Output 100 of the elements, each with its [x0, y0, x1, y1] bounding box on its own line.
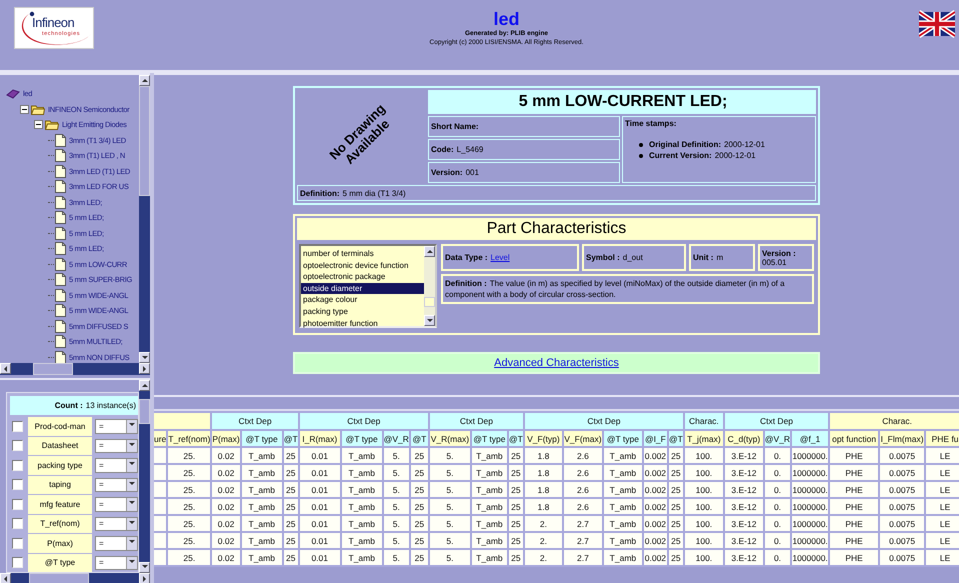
table-cell: 5. [384, 516, 409, 531]
collapse-icon[interactable] [34, 120, 43, 130]
list-item[interactable]: optoelectronic package [301, 271, 424, 283]
table-cell: 0. [764, 465, 790, 480]
table-cell: 0.002 [644, 482, 667, 497]
checkbox[interactable] [12, 440, 23, 452]
table-cell: PHE [830, 533, 878, 548]
column-header: V_F(max) [564, 431, 602, 446]
table-cell: 25 [668, 533, 683, 548]
table-cell: T_amb [472, 533, 507, 548]
checkbox[interactable] [12, 420, 23, 432]
table-cell: LE [926, 516, 959, 531]
horizontal-scrollbar[interactable] [0, 573, 150, 583]
collapse-icon[interactable] [20, 104, 29, 114]
table-cell: 100. [684, 516, 723, 531]
vertical-scrollbar[interactable] [139, 380, 150, 573]
table-cell: 5. [384, 482, 409, 497]
characteristics-listbox[interactable]: number of terminals optoelectronic device function optoelectronic package outside diameter package colour packing type photoemitter function [299, 244, 437, 328]
column-header: @T type [342, 431, 382, 446]
table-cell: 0.02 [212, 448, 240, 463]
table-cell: 1.8 [524, 448, 562, 463]
table-cell: 0.01 [300, 499, 340, 514]
table-cell: 0.02 [212, 482, 240, 497]
list-item[interactable]: optoelectronic device function [301, 260, 424, 272]
column-header: @T type [242, 431, 282, 446]
table-cell: 5. [430, 499, 470, 514]
column-header: @T [508, 431, 523, 446]
table-cell: T_amb [342, 550, 382, 565]
checkbox[interactable] [12, 498, 23, 510]
operator-dropdown[interactable]: = [95, 438, 138, 453]
operator-dropdown[interactable]: = [95, 497, 138, 512]
flag-icon[interactable] [919, 10, 955, 38]
table-cell: 25 [410, 482, 428, 497]
list-item[interactable]: number of terminals [301, 248, 424, 260]
group-header: Ctxt Dep [430, 413, 523, 429]
table-cell: T_amb [342, 482, 382, 497]
column-header: I_Flm(max) [880, 431, 924, 446]
bullet-icon [639, 154, 643, 158]
table-cell: T_amb [604, 499, 642, 514]
characteristics-title: Part Characteristics [297, 218, 816, 240]
checkbox[interactable] [12, 479, 23, 490]
table-cell: 1000000. [792, 499, 828, 514]
book-icon [6, 88, 20, 99]
checkbox[interactable] [12, 557, 23, 568]
table-cell: T_amb [242, 448, 282, 463]
list-item[interactable]: package colour [301, 294, 424, 306]
table-cell: 0. [764, 516, 790, 531]
table-cell: 5. [384, 448, 409, 463]
column-header: @V_R [764, 431, 790, 446]
vertical-scrollbar[interactable] [139, 75, 150, 363]
table-cell: 0. [764, 482, 790, 497]
table-cell: 2.6 [564, 448, 602, 463]
table-cell: T_amb [242, 550, 282, 565]
column-header: I_R(max) [300, 431, 340, 446]
table-cell: LE [926, 448, 959, 463]
list-item[interactable]: outside diameter [301, 282, 424, 294]
table-cell: 0.02 [212, 533, 240, 548]
table-cell: 100. [684, 465, 723, 480]
table-cell: 25 [668, 482, 683, 497]
table-cell: 25. [168, 465, 210, 480]
column-header: @I_F [644, 431, 667, 446]
horizontal-scrollbar[interactable] [0, 363, 150, 375]
operator-dropdown[interactable]: = [95, 478, 138, 492]
column-header: V_R(max) [430, 431, 470, 446]
checkbox[interactable] [12, 460, 23, 471]
vertical-scrollbar[interactable] [424, 246, 435, 326]
list-item[interactable]: packing type [301, 306, 424, 318]
table-cell: 25 [668, 448, 683, 463]
table-cell: PHE [830, 448, 878, 463]
table-cell: T_amb [342, 448, 382, 463]
table-cell: LE [926, 533, 959, 548]
operator-dropdown[interactable]: = [95, 556, 138, 570]
operator-dropdown[interactable]: = [95, 536, 138, 550]
column-header: @T type [604, 431, 642, 446]
operator-dropdown[interactable]: = [95, 419, 138, 434]
table-cell: PHE [830, 499, 878, 514]
table-cell: 0.01 [300, 550, 340, 565]
table-cell: 25. [168, 499, 210, 514]
part-field: Short Name: [428, 116, 620, 137]
table-cell: PHE [830, 550, 878, 565]
part-field: Version: 001 [428, 162, 620, 183]
table-cell: 100. [684, 499, 723, 514]
table-cell: 0. [764, 448, 790, 463]
column-header: V_F(typ) [524, 431, 562, 446]
characteristic-definition: Definition : The value (in m) as specified by level (miNoMax) of the outside diameter (in m) of a component with a body of circular cross-section. [441, 274, 814, 304]
operator-dropdown[interactable]: = [95, 516, 138, 531]
table-cell: 25. [168, 550, 210, 565]
table-cell: 25 [668, 499, 683, 514]
operator-dropdown[interactable]: = [95, 458, 138, 472]
table-cell: 0.01 [300, 516, 340, 531]
checkbox[interactable] [12, 518, 23, 530]
table-cell: T_amb [242, 465, 282, 480]
table-cell: T_amb [472, 465, 507, 480]
table-cell: 0.002 [644, 448, 667, 463]
checkbox[interactable] [12, 538, 23, 549]
data-type-link[interactable]: Level [490, 253, 510, 262]
advanced-link[interactable]: Advanced Characteristics [494, 357, 619, 369]
table-cell: 25 [284, 499, 298, 514]
folder-icon [31, 104, 45, 115]
list-item[interactable]: photoemitter function [301, 318, 424, 330]
